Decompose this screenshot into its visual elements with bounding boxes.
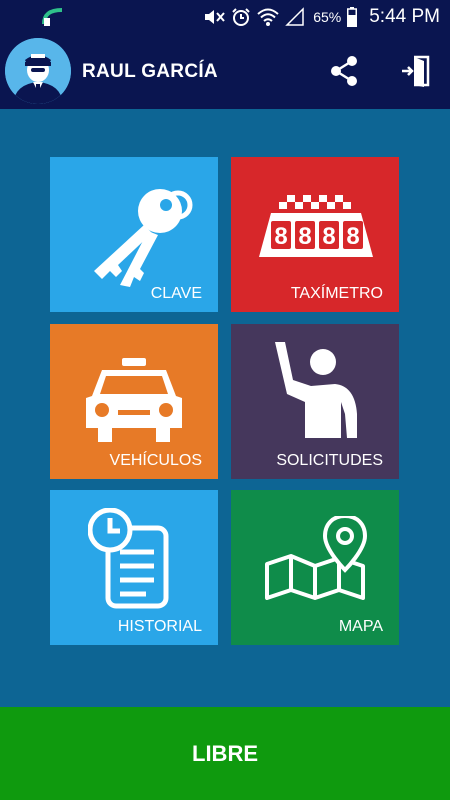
driver-avatar-icon — [5, 38, 71, 104]
logout-door-icon — [402, 55, 430, 87]
raised-hand-person-icon — [275, 342, 357, 438]
map-pin-icon — [265, 516, 367, 600]
app-notification-icon — [42, 8, 63, 26]
share-button[interactable] — [328, 53, 362, 89]
tile-vehiculos[interactable]: VEHÍCULOS — [50, 324, 218, 479]
clock: 5:44 PM — [369, 5, 440, 27]
taximeter-icon: 8888 — [259, 195, 373, 257]
app-header: RAUL GARCÍA — [0, 33, 450, 109]
tile-historial[interactable]: HISTORIAL — [50, 490, 218, 645]
tile-label: MAPA — [338, 618, 383, 635]
tile-mapa[interactable]: MAPA — [231, 490, 399, 645]
libre-status-button[interactable]: LIBRE — [0, 707, 450, 800]
svg-text:8: 8 — [346, 223, 359, 250]
svg-text:8: 8 — [322, 223, 335, 250]
tile-label: HISTORIAL — [117, 618, 202, 635]
avatar[interactable] — [5, 38, 71, 104]
clock-document-icon — [88, 508, 169, 609]
battery-icon — [347, 6, 358, 27]
logout-button[interactable] — [400, 53, 432, 89]
tile-label: TAXÍMETRO — [290, 285, 383, 302]
tile-solicitudes[interactable]: SOLICITUDES — [231, 324, 399, 479]
tile-label: SOLICITUDES — [276, 452, 383, 469]
alarm-icon — [232, 7, 250, 26]
battery-percentage: 65% — [313, 8, 342, 25]
share-icon — [331, 56, 357, 86]
svg-text:8: 8 — [274, 223, 287, 250]
tile-clave[interactable]: CLAVE — [50, 157, 218, 312]
keys-icon — [94, 189, 193, 287]
status-bar: 65% 5:44 PM — [0, 0, 450, 33]
tile-label: CLAVE — [150, 285, 202, 302]
libre-label: LIBRE — [192, 740, 258, 766]
signal-icon — [285, 6, 304, 26]
taxi-car-icon — [86, 358, 182, 442]
status-icons: 65% 5:44 PM — [203, 0, 440, 33]
user-name: RAUL GARCÍA — [82, 61, 218, 82]
tile-taximetro[interactable]: 8888 TAXÍMETRO — [231, 157, 399, 312]
svg-text:8: 8 — [298, 223, 311, 250]
tile-label: VEHÍCULOS — [109, 452, 202, 469]
wifi-icon — [257, 8, 279, 26]
mute-icon — [205, 9, 225, 24]
